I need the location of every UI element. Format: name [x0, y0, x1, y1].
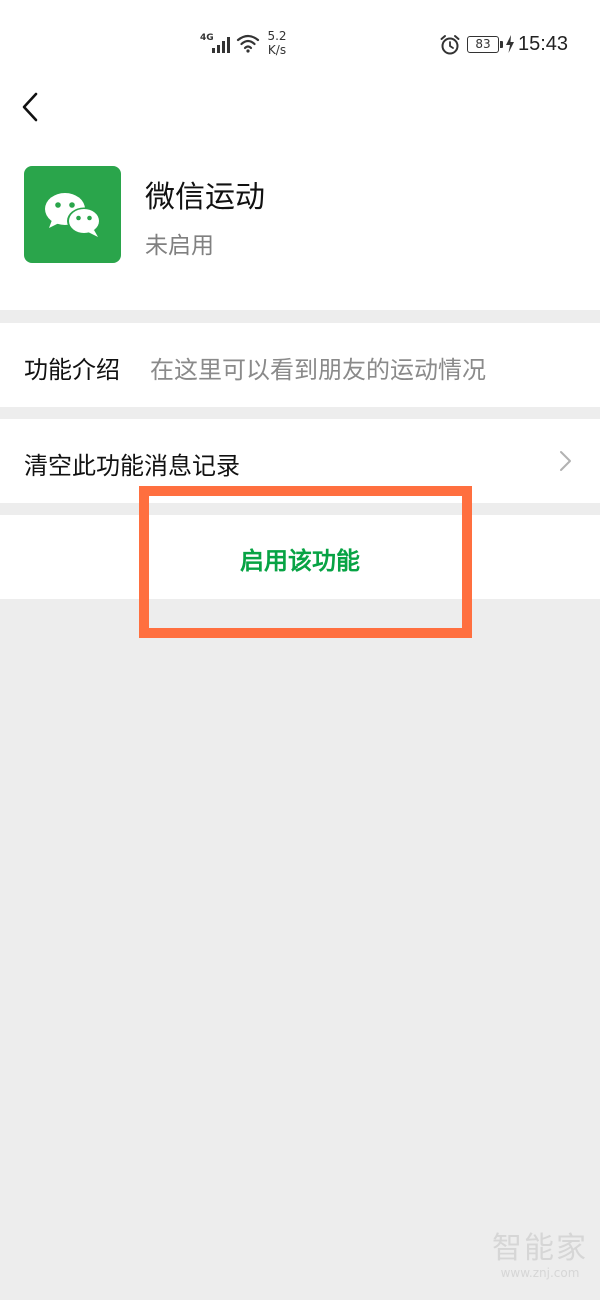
battery-tip	[500, 41, 503, 48]
highlight-annotation-box	[139, 486, 472, 638]
battery-icon: 83	[467, 36, 499, 53]
signal-icon	[212, 37, 230, 53]
network-speed: 5.2 K/s	[264, 29, 290, 57]
intro-text: 在这里可以看到朋友的运动情况	[150, 356, 486, 384]
feature-intro-row: 功能介绍 在这里可以看到朋友的运动情况	[0, 323, 600, 407]
charging-icon	[506, 35, 514, 53]
watermark-sub: www.znj.com	[500, 1266, 580, 1280]
chevron-left-icon[interactable]	[16, 88, 48, 126]
watermark: 智能家 www.znj.com	[488, 1231, 592, 1281]
speed-value: 5.2	[267, 29, 287, 43]
chevron-right-icon	[560, 451, 571, 471]
wifi-icon	[236, 34, 260, 53]
status-bar: 4G 5.2 K/s 83 15:43	[0, 0, 600, 80]
speed-unit: K/s	[267, 43, 287, 57]
wechat-icon	[24, 166, 121, 263]
status-time: 15:43	[518, 33, 569, 55]
intro-label: 功能介绍	[24, 356, 120, 384]
alarm-icon	[440, 35, 460, 55]
app-status: 未启用	[145, 233, 214, 259]
wechat-logo	[45, 193, 101, 237]
watermark-main: 智能家	[492, 1231, 588, 1266]
app-name: 微信运动	[145, 180, 265, 215]
app-header-section: 4G 5.2 K/s 83 15:43 微信运动 未启用	[0, 0, 600, 310]
clear-history-label: 清空此功能消息记录	[24, 452, 240, 480]
